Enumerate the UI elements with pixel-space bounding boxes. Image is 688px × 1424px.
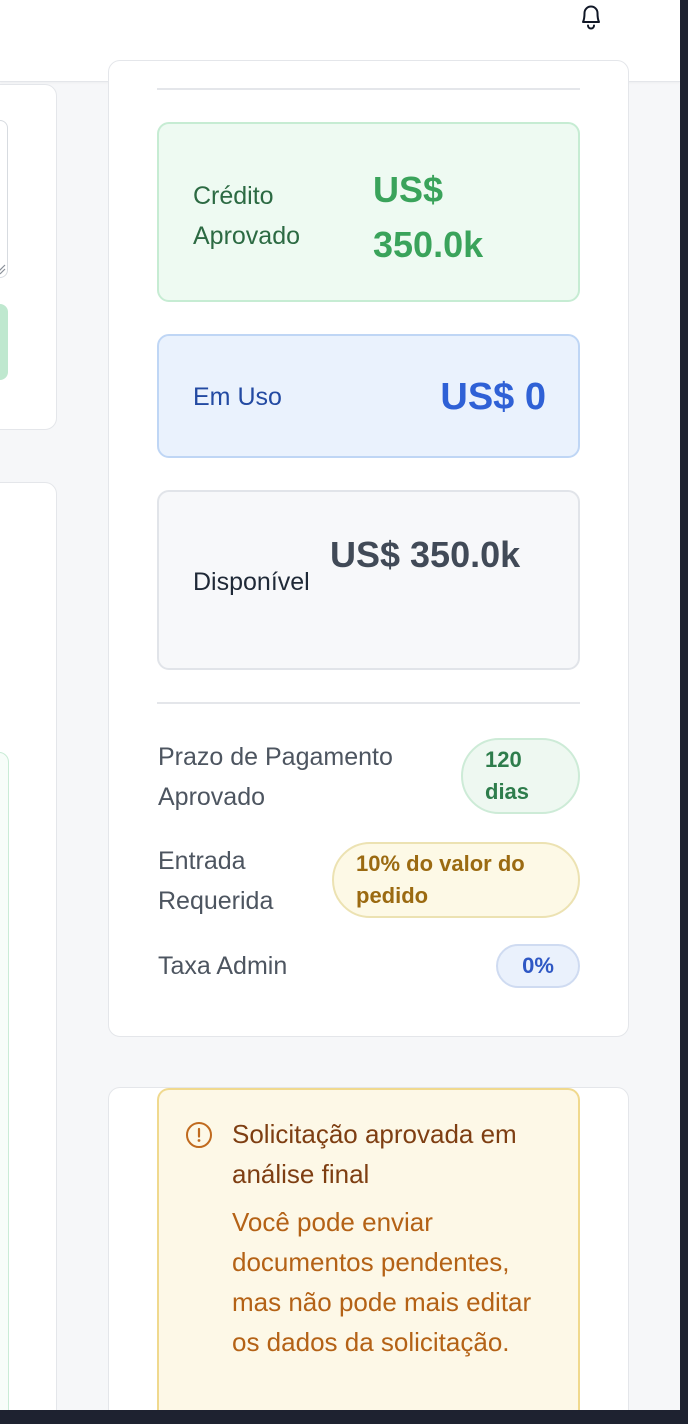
admin-fee-label: Taxa Admin [158, 952, 288, 980]
down-payment-label: Entrada Requerida [158, 847, 274, 915]
terms-divider [157, 702, 580, 704]
resize-grip-icon[interactable] [0, 262, 6, 275]
approved-credit-value: US$ 350.0k [373, 169, 484, 265]
admin-fee-badge: 0% [496, 944, 580, 988]
available-credit-label: Disponível [193, 568, 310, 596]
in-use-credit-value: US$ 0 [440, 376, 546, 418]
bell-icon[interactable] [574, 0, 608, 34]
notice-title: Solicitação aprovada em análise final [232, 1119, 517, 1189]
left-form-card [0, 84, 57, 430]
available-credit-box: Disponível US$ 350.0k [157, 490, 580, 670]
down-payment-badge: 10% do valor do pedido [332, 842, 580, 918]
payment-term-badge: 120 dias [461, 738, 580, 814]
alert-circle-icon [184, 1120, 214, 1150]
approved-credit-label: Crédito Aprovado [193, 182, 301, 250]
left-action-button[interactable] [0, 304, 8, 380]
approved-credit-box: Crédito Aprovado US$ 350.0k [157, 122, 580, 302]
payment-term-label: Prazo de Pagamento Aprovado [158, 743, 393, 811]
notice-text: Você pode enviar documentos pendentes, m… [232, 1207, 532, 1357]
app-viewport: Crédito Aprovado US$ 350.0k Em Uso US$ 0… [0, 0, 680, 1410]
in-use-credit-box: Em Uso US$ 0 [157, 334, 580, 458]
notes-textarea[interactable] [0, 120, 8, 278]
in-use-credit-label: Em Uso [193, 383, 282, 411]
top-divider [157, 88, 580, 90]
available-credit-value: US$ 350.0k [330, 534, 521, 575]
left-status-panel [0, 752, 9, 1410]
